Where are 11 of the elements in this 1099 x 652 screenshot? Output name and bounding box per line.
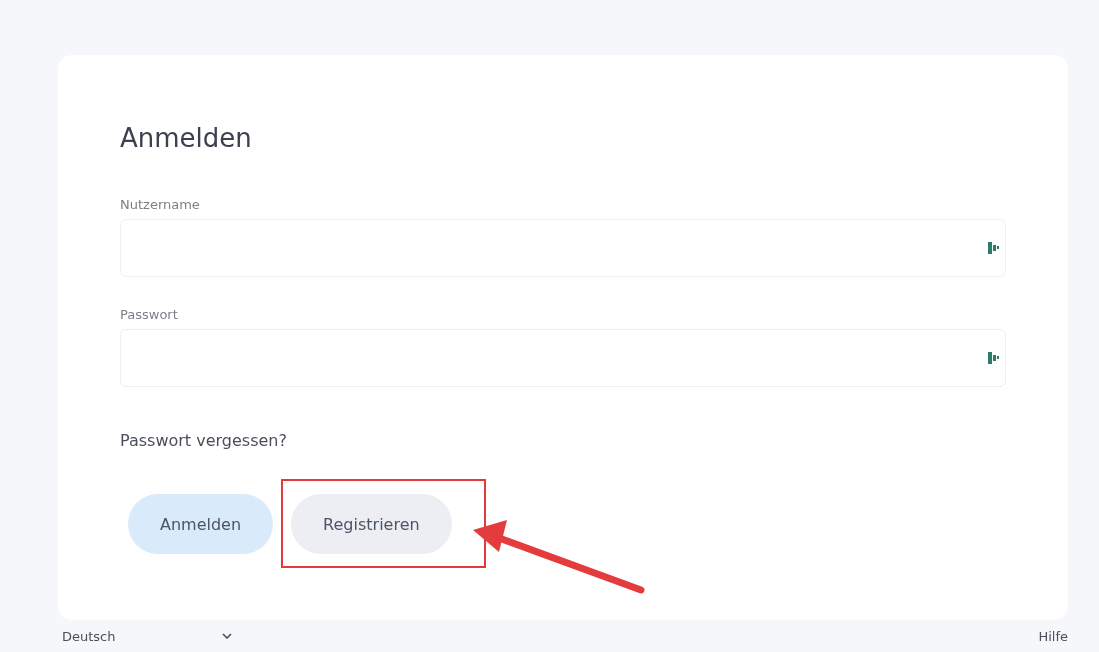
input-field[interactable] [120,219,1006,277]
login-title: Anmelden [120,123,253,153]
field-label: Passwort [120,307,179,322]
language-select[interactable]: Deutsch [62,628,232,644]
input-field[interactable] [120,329,1006,387]
register-button[interactable]: Registrieren [291,494,452,554]
login-button[interactable]: Anmelden [128,494,274,554]
chevron-down-icon [222,633,232,639]
forgot-password-link[interactable]: Passwort vergessen? [120,431,287,450]
field-label: Nutzername [120,197,201,212]
help-link[interactable]: Hilfe [1038,628,1068,644]
